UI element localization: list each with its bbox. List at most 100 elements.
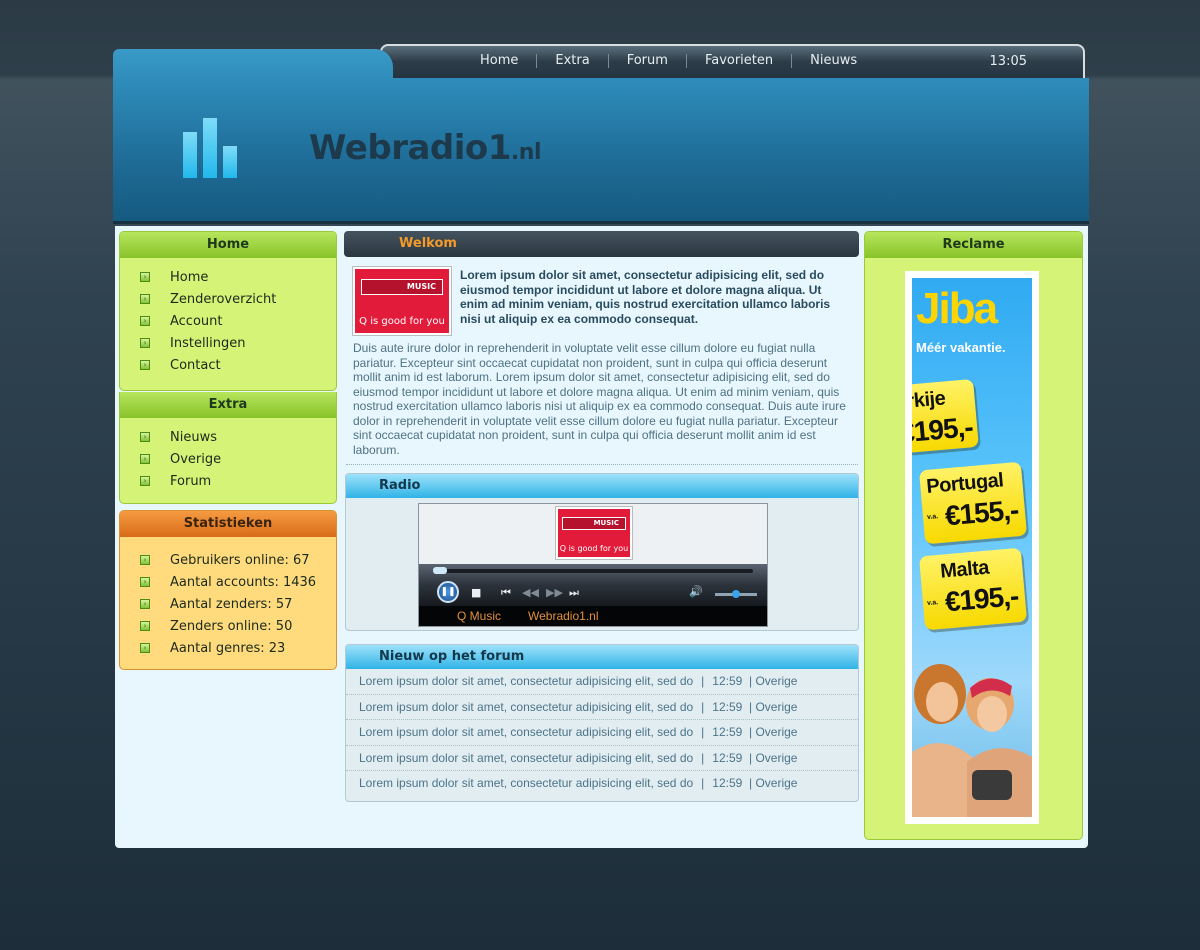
arrow-bullet-icon: › [140, 555, 150, 565]
menu-item-forum[interactable]: › Forum [140, 470, 336, 492]
stat-accounts: Aantal accounts: 1436 [170, 574, 317, 590]
volume-knob[interactable] [732, 590, 740, 598]
forum-separator: | [701, 699, 705, 714]
next-icon[interactable]: ⏭ [569, 586, 579, 600]
stat-users-online: Gebruikers online: 67 [170, 552, 310, 568]
stat-item: › Aantal genres: 23 [140, 637, 336, 659]
seek-knob[interactable] [433, 567, 447, 574]
arrow-bullet-icon: › [140, 476, 150, 486]
menu-item-label: Account [170, 313, 223, 329]
home-menu-title: Home [120, 232, 336, 258]
ad-banner[interactable]: Jiba Méér vakantie. rkije €195,- Portuga… [905, 271, 1039, 824]
nav-items: Home Extra Forum Favorieten Nieuws [462, 54, 875, 68]
player-controls: ❚❚ ■ ⏮ ◀◀ ▶▶ ⏭ 🔊 [419, 564, 767, 606]
site-container: Home Extra Forum Favorieten Nieuws 13:05… [113, 44, 1089, 850]
fast-forward-icon[interactable]: ▶▶ [546, 586, 563, 600]
extra-menu-list: › Nieuws › Overige › Forum [120, 418, 336, 492]
menu-item-instellingen[interactable]: › Instellingen [140, 332, 336, 354]
player-station-logo: MUSIC Q is good for you [556, 507, 632, 559]
ad-title: Reclame [865, 232, 1082, 258]
qmusic-logo-top: MUSIC [361, 279, 443, 295]
nav-forum[interactable]: Forum [607, 54, 686, 68]
volume-slider[interactable] [715, 590, 757, 598]
welcome-intro: Lorem ipsum dolor sit amet, consectetur … [460, 268, 831, 326]
menu-item-label: Nieuws [170, 429, 217, 445]
nav-nieuws[interactable]: Nieuws [791, 54, 875, 68]
ad-deal-price: €195,- [912, 411, 974, 449]
qmusic-logo-slogan: Q is good for you [359, 316, 445, 327]
menu-item-label: Contact [170, 357, 221, 373]
station-name: Q Music [457, 609, 502, 623]
ad-brand: Jiba [916, 284, 998, 333]
stat-item: › Aantal accounts: 1436 [140, 571, 336, 593]
stats-box: Statistieken › Gebruikers online: 67 › Aan… [119, 510, 337, 670]
player-status-bar: Q Music Webradio1.nl [419, 606, 767, 626]
forum-row[interactable]: Lorem ipsum dolor sit amet, consectetur … [346, 695, 858, 720]
menu-item-nieuws[interactable]: › Nieuws [140, 426, 336, 448]
ad-deal-price: €155,- [943, 494, 1020, 532]
menu-item-label: Home [170, 269, 209, 285]
site-logo[interactable]: Webradio1.nl [309, 128, 541, 168]
nav-extra[interactable]: Extra [536, 54, 607, 68]
ad-deal-va: v.a. [926, 599, 939, 608]
forum-title: Nieuw op het forum [346, 645, 858, 669]
forum-row[interactable]: Lorem ipsum dolor sit amet, consectetur … [346, 669, 858, 695]
player-logo-top: MUSIC [562, 517, 626, 530]
forum-category: | Overige [749, 674, 798, 688]
stat-item: › Gebruikers online: 67 [140, 549, 336, 571]
forum-time: 12:59 [712, 674, 743, 688]
rewind-icon[interactable]: ◀◀ [522, 586, 539, 600]
stat-stations: Aantal zenders: 57 [170, 596, 293, 612]
menu-item-zenderoverzicht[interactable]: › Zenderoverzicht [140, 288, 336, 310]
forum-row[interactable]: Lorem ipsum dolor sit amet, consectetur … [346, 746, 858, 771]
forum-panel: Nieuw op het forum Lorem ipsum dolor sit… [345, 644, 859, 802]
forum-topic: Lorem ipsum dolor sit amet, consectetur … [359, 699, 694, 714]
arrow-bullet-icon: › [140, 360, 150, 370]
menu-item-label: Overige [170, 451, 222, 467]
menu-item-overige[interactable]: › Overige [140, 448, 336, 470]
stat-item: › Zenders online: 50 [140, 615, 336, 637]
welcome-title: Welkom [399, 236, 457, 251]
home-menu-box: Home › Home › Zenderoverzicht › Account › In… [119, 231, 337, 391]
logo-tld: .nl [510, 140, 542, 165]
ad-image[interactable]: Jiba Méér vakantie. rkije €195,- Portuga… [912, 278, 1032, 817]
arrow-bullet-icon: › [140, 599, 150, 609]
forum-topic: Lorem ipsum dolor sit amet, consectetur … [359, 674, 694, 688]
pause-button[interactable]: ❚❚ [437, 581, 459, 603]
arrow-bullet-icon: › [140, 316, 150, 326]
menu-item-contact[interactable]: › Contact [140, 354, 336, 376]
logo-bars-icon[interactable] [183, 118, 243, 178]
media-player: MUSIC Q is good for you ❚❚ ■ ⏮ ◀◀ ▶▶ ⏭ 🔊… [418, 503, 768, 627]
arrow-bullet-icon: › [140, 454, 150, 464]
stats-title: Statistieken [120, 511, 336, 537]
logo-name: Webradio1 [309, 128, 511, 168]
arrow-bullet-icon: › [140, 294, 150, 304]
forum-topic: Lorem ipsum dolor sit amet, consectetur … [359, 776, 694, 790]
ad-deal: Malta v.a. €195,- [918, 547, 1028, 631]
arrow-bullet-icon: › [140, 338, 150, 348]
forum-separator: | [701, 725, 705, 739]
forum-topic: Lorem ipsum dolor sit amet, consectetur … [359, 725, 694, 739]
forum-category: | Overige [749, 750, 798, 765]
stop-icon[interactable]: ■ [471, 586, 481, 600]
ad-deal-va: v.a. [926, 513, 939, 522]
forum-row[interactable]: Lorem ipsum dolor sit amet, consectetur … [346, 771, 858, 797]
ad-deal-destination: rkije [912, 387, 947, 413]
top-navigation: Home Extra Forum Favorieten Nieuws 13:05 [380, 44, 1085, 80]
speaker-icon[interactable]: 🔊 [689, 585, 703, 599]
home-menu-list: › Home › Zenderoverzicht › Account › Instell… [120, 258, 336, 376]
menu-item-label: Instellingen [170, 335, 246, 351]
forum-time: 12:59 [712, 725, 743, 739]
stat-stations-online: Zenders online: 50 [170, 618, 293, 634]
menu-item-home[interactable]: › Home [140, 266, 336, 288]
site-header: Webradio1.nl [113, 78, 1089, 224]
seek-bar[interactable] [433, 567, 753, 574]
nav-favorieten[interactable]: Favorieten [685, 54, 791, 68]
ad-deal-destination: Malta [939, 556, 990, 583]
ad-deal: rkije €195,- [912, 378, 979, 454]
qmusic-logo[interactable]: MUSIC Q is good for you [353, 267, 451, 335]
nav-home[interactable]: Home [462, 54, 536, 68]
forum-row[interactable]: Lorem ipsum dolor sit amet, consectetur … [346, 720, 858, 746]
menu-item-account[interactable]: › Account [140, 310, 336, 332]
previous-icon[interactable]: ⏮ [501, 586, 511, 600]
